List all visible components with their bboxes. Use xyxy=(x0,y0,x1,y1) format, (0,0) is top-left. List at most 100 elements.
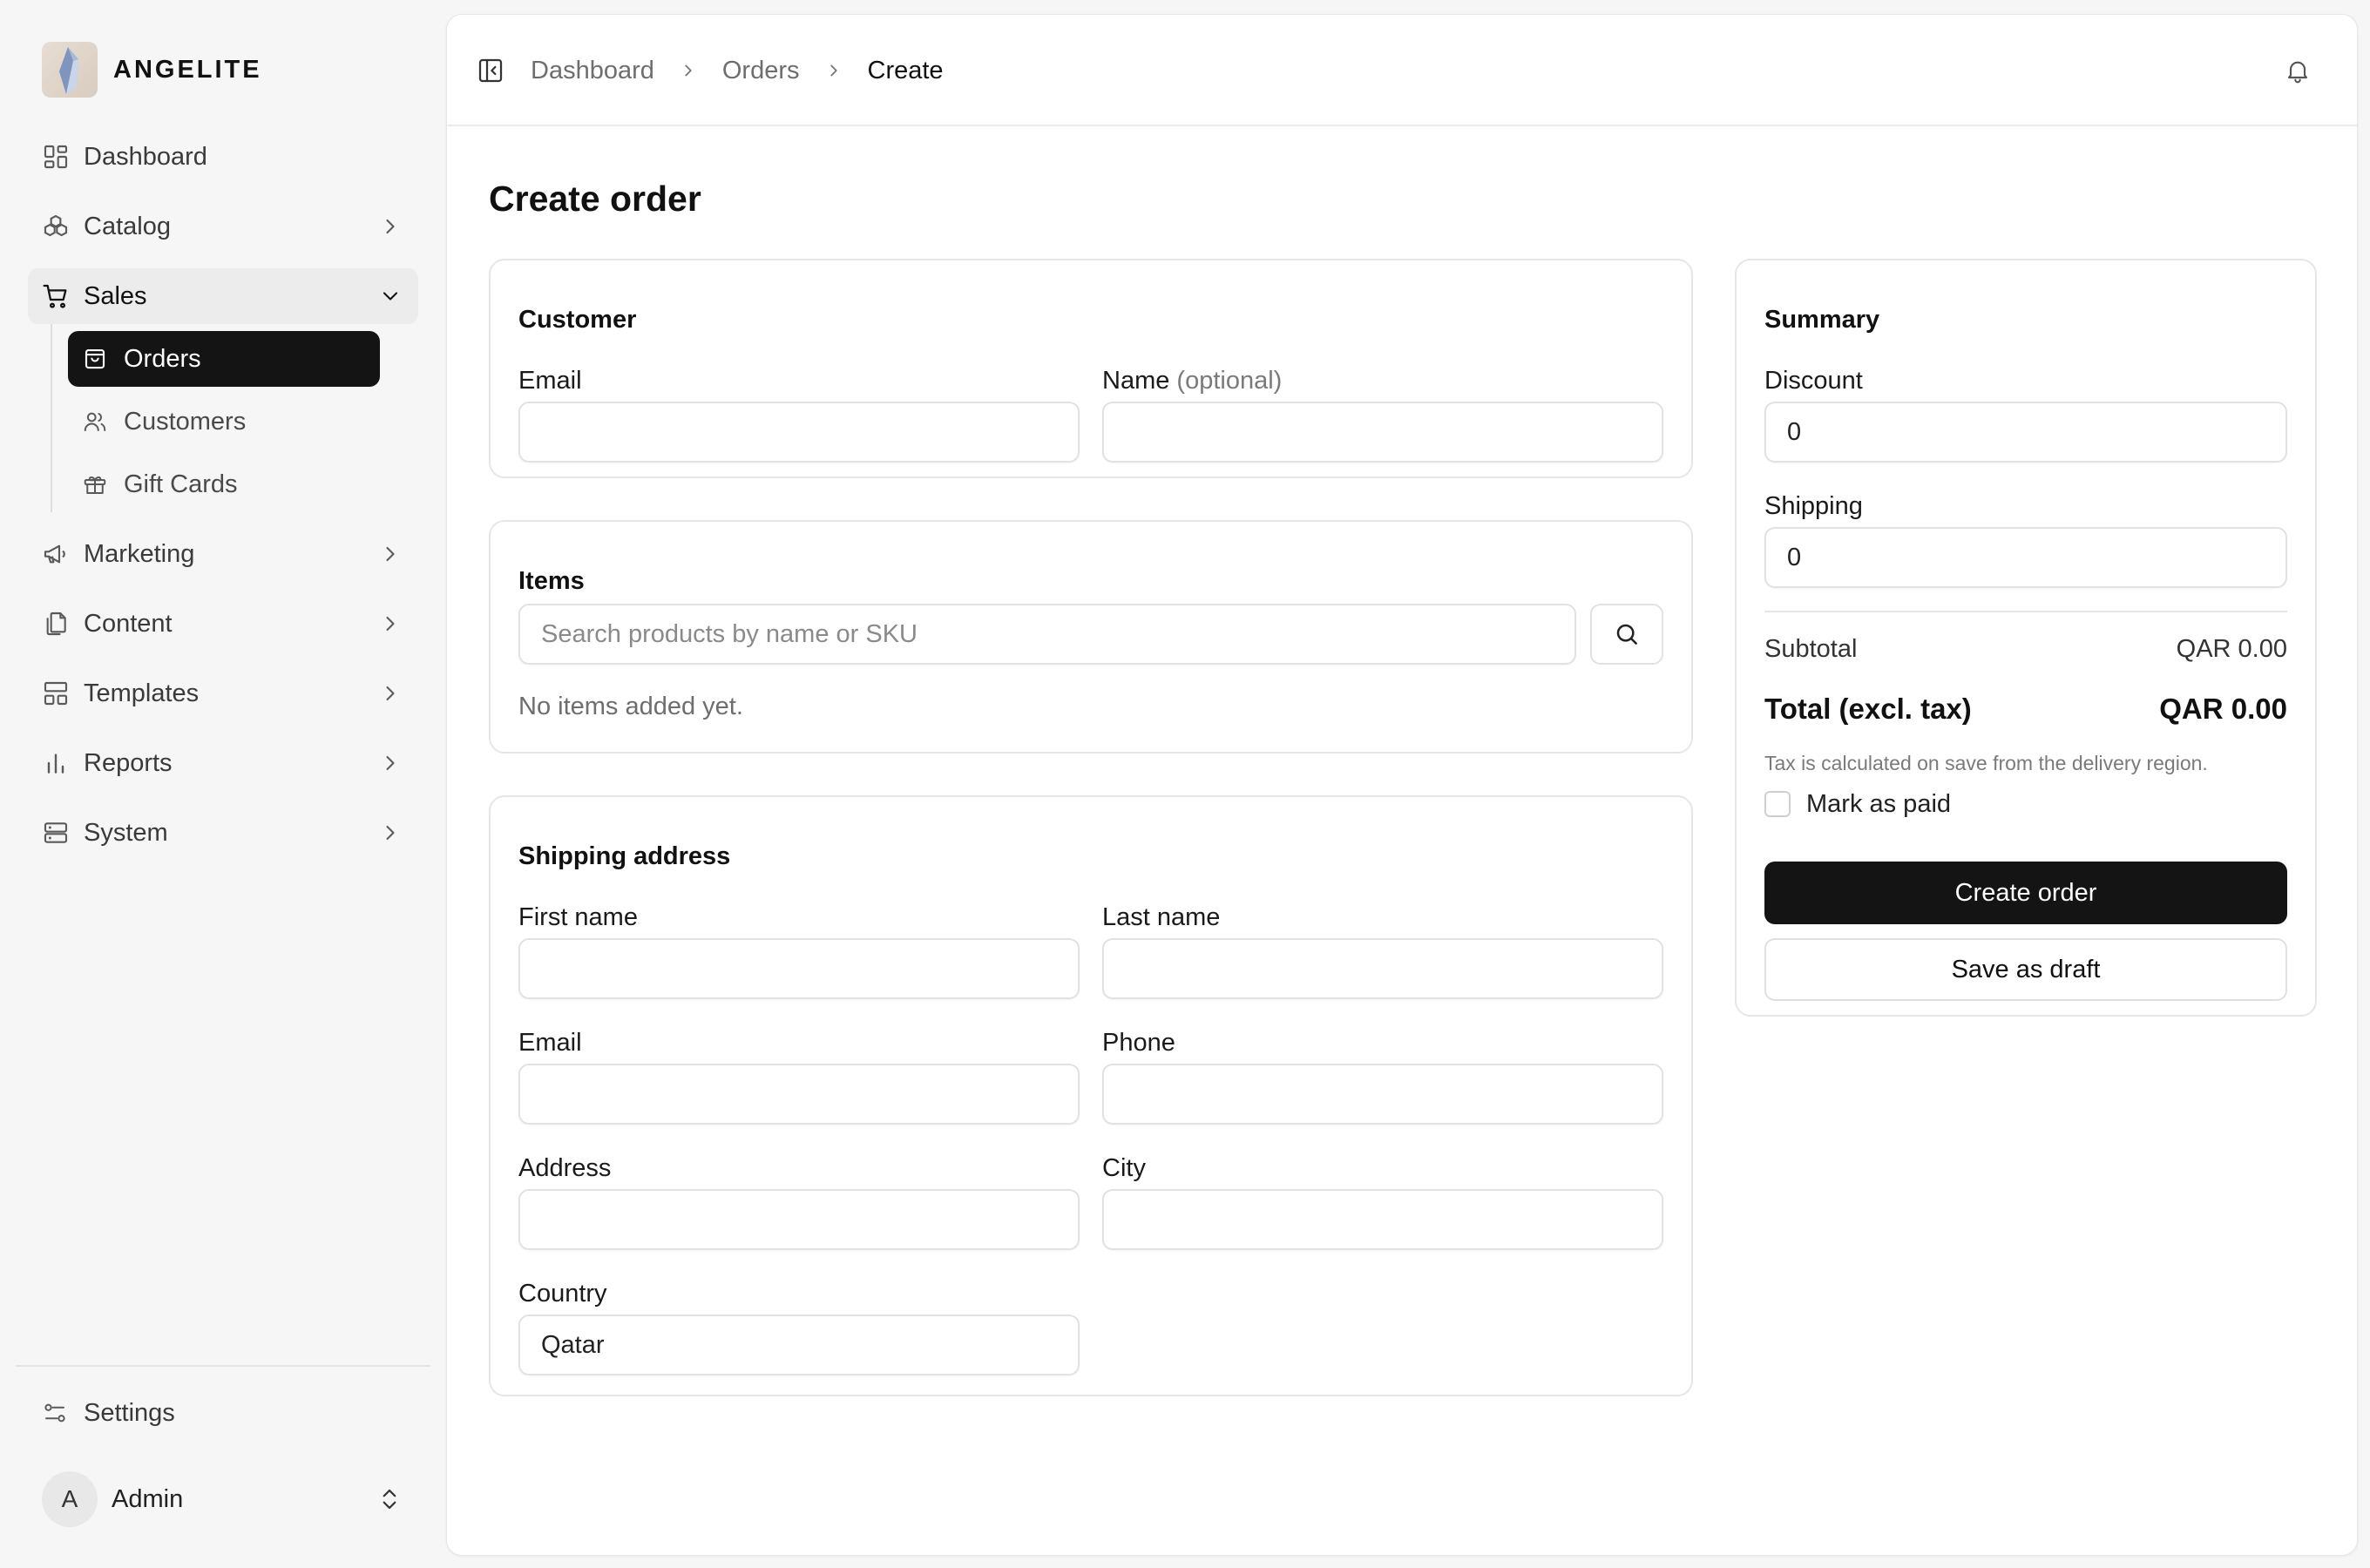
field-label: First name xyxy=(518,903,638,931)
summary-card: Summary Discount Shipping Subtotal QAR 0… xyxy=(1735,259,2317,1017)
field-label: Discount xyxy=(1764,367,1863,395)
phone-input[interactable] xyxy=(1102,1064,1663,1125)
field-label: Email xyxy=(518,1029,582,1057)
user-menu[interactable]: A Admin xyxy=(28,1469,418,1530)
user-name: Admin xyxy=(112,1484,184,1513)
total-value: QAR 0.00 xyxy=(2159,693,2287,725)
sidebar-item-label: Templates xyxy=(84,679,200,707)
sidebar-item-content[interactable]: Content xyxy=(28,596,418,652)
brand[interactable]: ANGELITE xyxy=(42,42,262,98)
subtotal-label: Subtotal xyxy=(1764,634,1858,663)
search-icon xyxy=(1613,620,1641,648)
sidebar-item-dashboard[interactable]: Dashboard xyxy=(28,129,418,185)
shipping-cost-input[interactable] xyxy=(1764,527,2287,588)
field-label: City xyxy=(1102,1154,1146,1182)
server-icon xyxy=(42,819,70,847)
field-label: Email xyxy=(518,367,582,395)
bell-icon[interactable] xyxy=(2284,57,2312,84)
sliders-icon xyxy=(42,1400,68,1426)
shopping-bag-icon xyxy=(82,346,108,372)
field-label: Address xyxy=(518,1154,612,1182)
card-title: Summary xyxy=(1764,306,1880,334)
avatar: A xyxy=(42,1471,98,1527)
address-input[interactable] xyxy=(518,1189,1080,1250)
cart-icon xyxy=(42,282,70,310)
sidebar-item-reports[interactable]: Reports xyxy=(28,735,418,791)
chevron-right-icon xyxy=(378,612,403,636)
sidebar-item-templates[interactable]: Templates xyxy=(28,666,418,721)
sidebar-item-gift-cards[interactable]: Gift Cards xyxy=(68,456,380,512)
sidebar-item-orders[interactable]: Orders xyxy=(68,331,380,387)
sidebar-divider xyxy=(16,1365,430,1367)
sidebar-item-label: Content xyxy=(84,609,173,638)
search-button[interactable] xyxy=(1590,604,1663,665)
total-row: Total (excl. tax) QAR 0.00 xyxy=(1764,689,2287,729)
sidebar-item-settings[interactable]: Settings xyxy=(28,1385,418,1441)
megaphone-icon xyxy=(42,540,70,568)
layout-icon xyxy=(42,679,70,707)
create-order-button[interactable]: Create order xyxy=(1764,862,2287,924)
field-label: Phone xyxy=(1102,1029,1175,1057)
chevron-right-icon xyxy=(378,821,403,845)
brand-logo xyxy=(42,42,98,98)
tax-note: Tax is calculated on save from the deliv… xyxy=(1764,752,2208,774)
sidebar-item-label: Reports xyxy=(84,748,173,777)
breadcrumb: Dashboard Orders Create xyxy=(531,53,944,88)
first-name-input[interactable] xyxy=(518,938,1080,999)
sidebar-item-label: Dashboard xyxy=(84,142,207,171)
subtotal-row: Subtotal QAR 0.00 xyxy=(1764,632,2287,666)
field-label: Name (optional) xyxy=(1102,367,1282,395)
chevron-right-icon xyxy=(378,751,403,775)
card-title: Shipping address xyxy=(518,842,731,870)
users-icon xyxy=(82,409,108,435)
sidebar: ANGELITE Dashboard Catalog Sales Marketi… xyxy=(0,0,443,1568)
mark-as-paid-checkbox[interactable]: Mark as paid xyxy=(1764,787,1951,821)
field-label: Country xyxy=(518,1280,607,1308)
customer-email-input[interactable] xyxy=(518,402,1080,463)
shipping-address-card: Shipping address First name Last name Em… xyxy=(489,795,1693,1396)
shipping-email-input[interactable] xyxy=(518,1064,1080,1125)
breadcrumb-dashboard[interactable]: Dashboard xyxy=(531,57,654,85)
sidebar-item-customers[interactable]: Customers xyxy=(68,394,380,449)
gift-icon xyxy=(82,471,108,497)
sidebar-item-sales[interactable]: Sales xyxy=(28,268,418,324)
total-label: Total (excl. tax) xyxy=(1764,693,1972,725)
sidebar-toggle-icon[interactable] xyxy=(477,57,504,84)
items-card: Items No items added yet. xyxy=(489,520,1693,754)
chevron-right-icon xyxy=(679,61,698,80)
sidebar-item-label: Gift Cards xyxy=(124,470,238,498)
sidebar-item-label: System xyxy=(84,818,168,847)
sidebar-item-label: Orders xyxy=(124,344,201,373)
sidebar-item-label: Marketing xyxy=(84,539,195,568)
sidebar-item-label: Sales xyxy=(84,281,147,310)
last-name-input[interactable] xyxy=(1102,938,1663,999)
discount-input[interactable] xyxy=(1764,402,2287,463)
chevron-right-icon xyxy=(378,214,403,239)
card-title: Customer xyxy=(518,306,637,334)
sidebar-item-label: Settings xyxy=(84,1398,175,1427)
page-title: Create order xyxy=(489,179,701,219)
optional-hint: (optional) xyxy=(1176,367,1283,395)
checkbox[interactable] xyxy=(1764,791,1791,817)
checkbox-label: Mark as paid xyxy=(1806,789,1952,818)
sidebar-item-catalog[interactable]: Catalog xyxy=(28,199,418,254)
sidebar-item-label: Customers xyxy=(124,407,247,436)
country-input[interactable] xyxy=(518,1315,1080,1375)
breadcrumb-orders[interactable]: Orders xyxy=(722,57,800,85)
field-label: Last name xyxy=(1102,903,1221,931)
product-search-input[interactable] xyxy=(518,604,1576,665)
bar-chart-icon xyxy=(42,749,70,777)
sidebar-item-marketing[interactable]: Marketing xyxy=(28,526,418,582)
city-input[interactable] xyxy=(1102,1189,1663,1250)
save-draft-button[interactable]: Save as draft xyxy=(1764,938,2287,1001)
catalog-icon xyxy=(42,213,70,240)
customer-name-input[interactable] xyxy=(1102,402,1663,463)
chevron-right-icon xyxy=(824,61,843,80)
documents-icon xyxy=(42,610,70,638)
brand-name: ANGELITE xyxy=(113,55,262,84)
summary-divider xyxy=(1764,611,2287,612)
subtotal-value: QAR 0.00 xyxy=(2176,634,2287,663)
sidebar-item-system[interactable]: System xyxy=(28,805,418,861)
chevrons-up-down-icon xyxy=(376,1486,403,1512)
field-label: Shipping xyxy=(1764,492,1863,520)
